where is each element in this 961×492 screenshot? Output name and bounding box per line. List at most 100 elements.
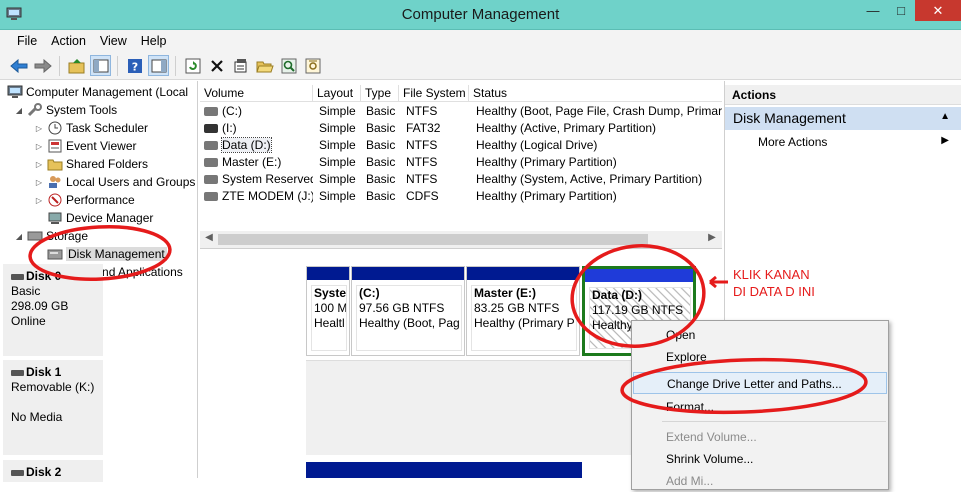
submenu-arrow-icon: ▶ xyxy=(941,135,949,146)
help-button[interactable]: ? xyxy=(124,55,145,76)
drive-icon xyxy=(204,158,218,168)
layout-cell: Simple xyxy=(319,138,356,152)
menu-help[interactable]: Help xyxy=(134,34,174,48)
partition-c[interactable]: (C:) 97.56 GB NTFS Healthy (Boot, Pag xyxy=(351,266,465,356)
refresh-button[interactable] xyxy=(182,55,203,76)
volume-cell: System Reserved xyxy=(200,171,313,188)
menu-item-open[interactable]: Open xyxy=(633,324,887,346)
volume-name: Master (E:) xyxy=(222,155,282,169)
more-actions-item[interactable]: More Actions xyxy=(758,135,827,149)
column-header-layout[interactable]: Layout xyxy=(313,85,361,102)
menu-item-change-drive-letter[interactable]: Change Drive Letter and Paths... xyxy=(633,372,887,394)
disk-size: 298.09 GB xyxy=(11,299,69,313)
collapsed-arrow-icon[interactable]: ▷ xyxy=(34,124,44,133)
column-header-filesystem[interactable]: File System xyxy=(399,85,469,102)
delete-button[interactable] xyxy=(206,55,227,76)
tree-label: Local Users and Groups xyxy=(66,175,196,189)
menu-item-add-mirror[interactable]: Add Mi... xyxy=(633,470,887,492)
tree-item-device-manager[interactable]: Device Manager xyxy=(44,209,153,227)
partition-master-e[interactable]: Master (E:) 83.25 GB NTFS Healthy (Prima… xyxy=(466,266,580,356)
disk-2-partition-bar[interactable] xyxy=(306,462,582,478)
open-folder-icon xyxy=(255,61,274,72)
menu-item-explore[interactable]: Explore xyxy=(633,346,887,368)
drive-icon xyxy=(204,107,218,117)
table-row[interactable]: System Reserved Simple Basic NTFS Health… xyxy=(200,171,722,188)
tree-label: Event Viewer xyxy=(66,139,137,153)
partition-status: Healthy (Boot, Pag xyxy=(359,316,460,330)
tree-item-local-users-groups[interactable]: ▷ Local Users and Groups xyxy=(34,173,195,191)
menu-action[interactable]: Action xyxy=(44,34,93,48)
device-manager-icon xyxy=(48,212,62,224)
horizontal-scrollbar[interactable]: ◀ ▶ xyxy=(200,231,722,248)
scroll-left-icon[interactable]: ◀ xyxy=(201,232,217,243)
expanded-arrow-icon[interactable]: ◢ xyxy=(14,106,24,115)
table-row[interactable]: (I:) Simple Basic FAT32 Healthy (Active,… xyxy=(200,120,722,137)
minimize-button[interactable]: — xyxy=(859,0,887,21)
actions-header: Actions xyxy=(725,85,961,105)
status-cell: Healthy (Logical Drive) xyxy=(476,138,598,152)
collapsed-arrow-icon[interactable]: ▷ xyxy=(34,196,44,205)
tree-label: Storage xyxy=(46,229,89,243)
tree-item-storage[interactable]: ◢ Storage xyxy=(14,227,88,245)
menu-item-shrink-volume[interactable]: Shrink Volume... xyxy=(633,448,887,470)
menu-item-extend-volume[interactable]: Extend Volume... xyxy=(633,426,887,448)
properties-button[interactable] xyxy=(230,55,251,76)
expanded-arrow-icon[interactable]: ◢ xyxy=(14,232,24,241)
tree-item-computer-management[interactable]: Computer Management (Local xyxy=(4,83,188,101)
actions-section-disk-management[interactable]: Disk Management ▲ xyxy=(725,107,961,130)
collapse-up-icon[interactable]: ▲ xyxy=(940,111,950,122)
title-bar: Computer Management — □ ✕ xyxy=(0,0,961,30)
search-button[interactable] xyxy=(278,55,299,76)
partition-body: Syste 100 M Healtl xyxy=(311,285,347,351)
disk-0-label[interactable]: Disk 0 Basic 298.09 GB Online xyxy=(3,264,103,356)
up-folder-button[interactable] xyxy=(66,55,87,76)
menu-view[interactable]: View xyxy=(93,34,134,48)
maximize-button[interactable]: □ xyxy=(887,0,915,21)
disk-1-label[interactable]: Disk 1 Removable (K:) No Media xyxy=(3,360,103,455)
collapsed-arrow-icon[interactable]: ▷ xyxy=(34,160,44,169)
table-row[interactable]: (C:) Simple Basic NTFS Healthy (Boot, Pa… xyxy=(200,103,722,120)
partition-size: 83.25 GB NTFS xyxy=(474,301,560,315)
refresh-icon xyxy=(185,58,200,73)
layout-cell: Simple xyxy=(319,155,356,169)
tree-item-task-scheduler[interactable]: ▷ Task Scheduler xyxy=(34,119,148,137)
scroll-right-icon[interactable]: ▶ xyxy=(704,232,720,243)
filesystem-cell: NTFS xyxy=(406,104,438,118)
volume-name: (C:) xyxy=(222,104,242,118)
tree-item-shared-folders[interactable]: ▷ Shared Folders xyxy=(34,155,148,173)
menu-file[interactable]: File xyxy=(10,34,44,48)
show-hide-tree-button[interactable] xyxy=(90,55,111,76)
collapsed-arrow-icon[interactable]: ▷ xyxy=(34,178,44,187)
volume-cell: (C:) xyxy=(200,103,313,120)
volume-list: Volume Layout Type File System Status (C… xyxy=(200,81,722,249)
table-row[interactable]: ZTE MODEM (J:) Simple Basic CDFS Healthy… xyxy=(200,188,722,205)
disk-icon xyxy=(11,469,24,476)
close-button[interactable]: ✕ xyxy=(915,0,961,21)
forward-button[interactable] xyxy=(32,55,53,76)
export-list-button[interactable] xyxy=(302,55,323,76)
collapsed-arrow-icon[interactable]: ▷ xyxy=(34,142,44,151)
partition-bar xyxy=(585,269,693,282)
table-row[interactable]: Master (E:) Simple Basic NTFS Healthy (P… xyxy=(200,154,722,171)
back-button[interactable] xyxy=(8,55,29,76)
partition-name: Syste xyxy=(314,286,347,300)
menu-item-format[interactable]: Format... xyxy=(633,396,887,418)
tree-item-disk-management[interactable]: Disk Management xyxy=(44,245,167,263)
scrollbar-thumb[interactable] xyxy=(218,234,648,245)
back-arrow-icon xyxy=(9,58,27,73)
properties-icon xyxy=(234,58,246,72)
column-header-status[interactable]: Status xyxy=(469,85,722,102)
disk-2-label[interactable]: Disk 2 xyxy=(3,460,103,482)
tree-item-event-viewer[interactable]: ▷ Event Viewer xyxy=(34,137,137,155)
volume-cell: ZTE MODEM (J:) xyxy=(200,188,313,205)
table-row[interactable]: Data (D:) Simple Basic NTFS Healthy (Log… xyxy=(200,137,722,154)
column-header-volume[interactable]: Volume xyxy=(200,85,313,102)
type-cell: Basic xyxy=(366,138,396,152)
partition-system-reserved[interactable]: Syste 100 M Healtl xyxy=(306,266,350,356)
volume-name: (I:) xyxy=(222,121,237,135)
tree-item-system-tools[interactable]: ◢ System Tools xyxy=(14,101,117,119)
open-button[interactable] xyxy=(254,55,275,76)
column-header-type[interactable]: Type xyxy=(361,85,399,102)
tree-item-performance[interactable]: ▷ Performance xyxy=(34,191,135,209)
show-action-pane-button[interactable] xyxy=(148,55,169,76)
